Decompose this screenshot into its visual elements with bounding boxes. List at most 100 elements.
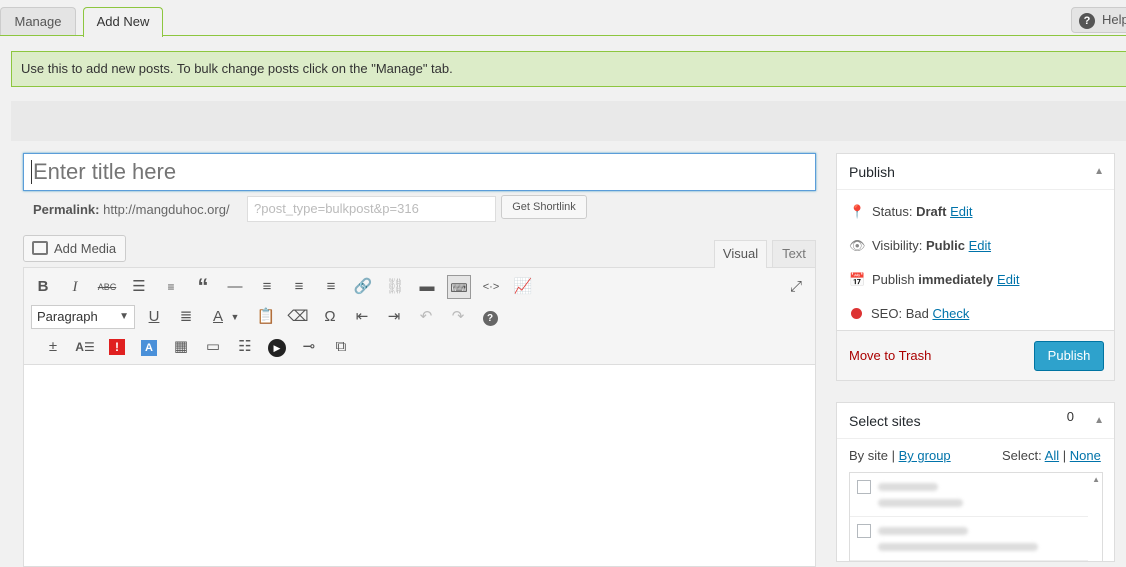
align-left-icon[interactable]: ≡	[255, 275, 279, 299]
help-button[interactable]: ? Help	[1071, 7, 1126, 33]
select-sites-header[interactable]: Select sites 0 ▲	[837, 403, 1114, 439]
site-filter: By site | By group	[849, 448, 951, 463]
blockquote-icon[interactable]: “	[191, 275, 215, 299]
horizontal-line-icon[interactable]: —	[223, 275, 247, 299]
special-char-icon[interactable]: Ω	[318, 305, 342, 329]
redo-icon[interactable]: ↷	[446, 305, 470, 329]
ae-icon[interactable]: A☰	[73, 335, 97, 359]
undo-icon[interactable]: ↶	[414, 305, 438, 329]
schedule-edit-link[interactable]: Edit	[997, 272, 1019, 287]
select-all-link[interactable]: All	[1045, 448, 1059, 463]
select-label: Select:	[1002, 448, 1042, 463]
align-right-icon[interactable]: ≡	[319, 275, 343, 299]
post-title-input[interactable]	[23, 153, 816, 191]
visibility-label: Visibility:	[872, 238, 923, 253]
visibility-value: Public	[925, 238, 965, 253]
seo-check-link[interactable]: Check	[932, 306, 969, 321]
add-media-button[interactable]: Add Media	[23, 235, 126, 262]
status-edit-link[interactable]: Edit	[950, 204, 972, 219]
tab-manage[interactable]: Manage	[0, 7, 76, 36]
play-icon[interactable]: ▶	[265, 335, 289, 359]
schedule-label: Publish	[872, 272, 915, 287]
site-checkbox[interactable]	[857, 524, 871, 538]
permalink-label: Permalink:	[33, 202, 100, 217]
notice-message: Use this to add new posts. To bulk chang…	[11, 51, 1126, 87]
select-sites-title: Select sites	[849, 413, 921, 429]
status-label: Status:	[872, 204, 913, 219]
fullscreen-icon[interactable]: ⤢	[784, 275, 808, 299]
tab-visual[interactable]: Visual	[714, 240, 767, 268]
publish-box: Publish ▲ 📍 Status: Draft Edit 👁 Visibilit…	[836, 153, 1115, 381]
status-row: 📍 Status: Draft Edit	[849, 203, 972, 221]
tab-text[interactable]: Text	[772, 240, 816, 268]
code-icon[interactable]: <·>	[479, 275, 503, 299]
site-checkbox[interactable]	[857, 480, 871, 494]
list-item[interactable]	[850, 517, 1088, 561]
editor-help-icon[interactable]: ?	[478, 305, 502, 329]
justify-icon[interactable]: ≣	[174, 305, 198, 329]
indent-icon[interactable]: ⇥	[382, 305, 406, 329]
read-more-icon[interactable]: ▬	[415, 275, 439, 299]
underline-icon[interactable]: U	[142, 305, 166, 329]
seo-label: SEO:	[871, 306, 903, 321]
by-site-label: By site	[849, 448, 889, 463]
header-band	[11, 101, 1126, 141]
clear-format-icon[interactable]: ⌫	[286, 305, 310, 329]
site-list[interactable]: ▲	[849, 472, 1103, 562]
publish-box-title: Publish	[849, 164, 895, 180]
bold-icon[interactable]: B	[31, 275, 55, 299]
columns-icon[interactable]: ☷	[233, 335, 257, 359]
plus-minus-icon[interactable]: ±	[41, 335, 65, 359]
list-item[interactable]	[850, 473, 1088, 517]
editor-toolbar: B I ABC ☰ ≡ “ — ≡ ≡ ≡ 🔗 ⛓ ▬ ⌨ <·> 📈 ⤢ Pa…	[24, 268, 815, 365]
get-shortlink-button[interactable]: Get Shortlink	[501, 195, 587, 219]
permalink-slug-input[interactable]: ?post_type=bulkpost&p=316	[247, 196, 496, 222]
layout-icon[interactable]: ▦	[169, 335, 193, 359]
toolbar-toggle-icon[interactable]: ⌨	[447, 275, 471, 299]
paste-text-icon[interactable]: 📋	[254, 305, 278, 329]
move-to-trash-link[interactable]: Move to Trash	[849, 348, 931, 363]
page-tabs: Manage Add New ? Help	[0, 0, 1126, 37]
text-color-icon[interactable]: A	[206, 305, 230, 329]
text-color-chevron-icon[interactable]: ▼	[228, 305, 242, 329]
blurred-site-url	[878, 543, 1038, 551]
text-caret	[31, 160, 32, 184]
select-sites-box: Select sites 0 ▲ By site | By group Sele…	[836, 402, 1115, 562]
format-select[interactable]: Paragraph ▼	[31, 305, 135, 329]
content-editor[interactable]: B I ABC ☰ ≡ “ — ≡ ≡ ≡ 🔗 ⛓ ▬ ⌨ <·> 📈 ⤢ Pa…	[23, 267, 816, 567]
permalink: Permalink: http://mangduhoc.org/	[33, 202, 230, 218]
blurred-site-url	[878, 499, 963, 507]
bullet-list-icon[interactable]: ☰	[127, 275, 151, 299]
separator-icon[interactable]: ⊸	[297, 335, 321, 359]
chart-icon[interactable]: 📈	[511, 275, 535, 299]
tab-divider	[0, 35, 1126, 36]
strikethrough-icon[interactable]: ABC	[95, 275, 119, 299]
tab-add-new[interactable]: Add New	[83, 7, 163, 37]
seo-status-icon	[851, 308, 862, 319]
publish-box-header[interactable]: Publish ▲	[837, 154, 1114, 190]
collapse-arrow-icon[interactable]: ▲	[1094, 403, 1104, 439]
outdent-icon[interactable]: ⇤	[350, 305, 374, 329]
insert-link-icon[interactable]: 🔗	[351, 275, 375, 299]
numbered-list-icon[interactable]: ≡	[159, 275, 183, 299]
italic-icon[interactable]: I	[63, 275, 87, 299]
visibility-edit-link[interactable]: Edit	[969, 238, 991, 253]
select-none-link[interactable]: None	[1070, 448, 1101, 463]
help-icon: ?	[1079, 13, 1095, 29]
by-group-link[interactable]: By group	[899, 448, 951, 463]
calendar-icon: 📅	[849, 272, 866, 287]
blurred-site-name	[878, 483, 938, 491]
collapse-arrow-icon[interactable]: ▲	[1094, 154, 1104, 190]
visibility-row: 👁 Visibility: Public Edit	[849, 237, 991, 255]
pin-icon: 📍	[849, 204, 866, 219]
remove-link-icon[interactable]: ⛓	[383, 275, 407, 299]
scroll-up-icon[interactable]: ▲	[1092, 475, 1100, 484]
video-icon[interactable]: ⧉	[329, 335, 353, 359]
page-icon[interactable]: ▭	[201, 335, 225, 359]
alert-icon[interactable]: !	[105, 335, 129, 359]
align-center-icon[interactable]: ≡	[287, 275, 311, 299]
selected-count: 0	[1066, 409, 1074, 424]
publish-button[interactable]: Publish	[1034, 341, 1104, 371]
a-box-icon[interactable]: A	[137, 335, 161, 359]
blurred-site-name	[878, 527, 968, 535]
